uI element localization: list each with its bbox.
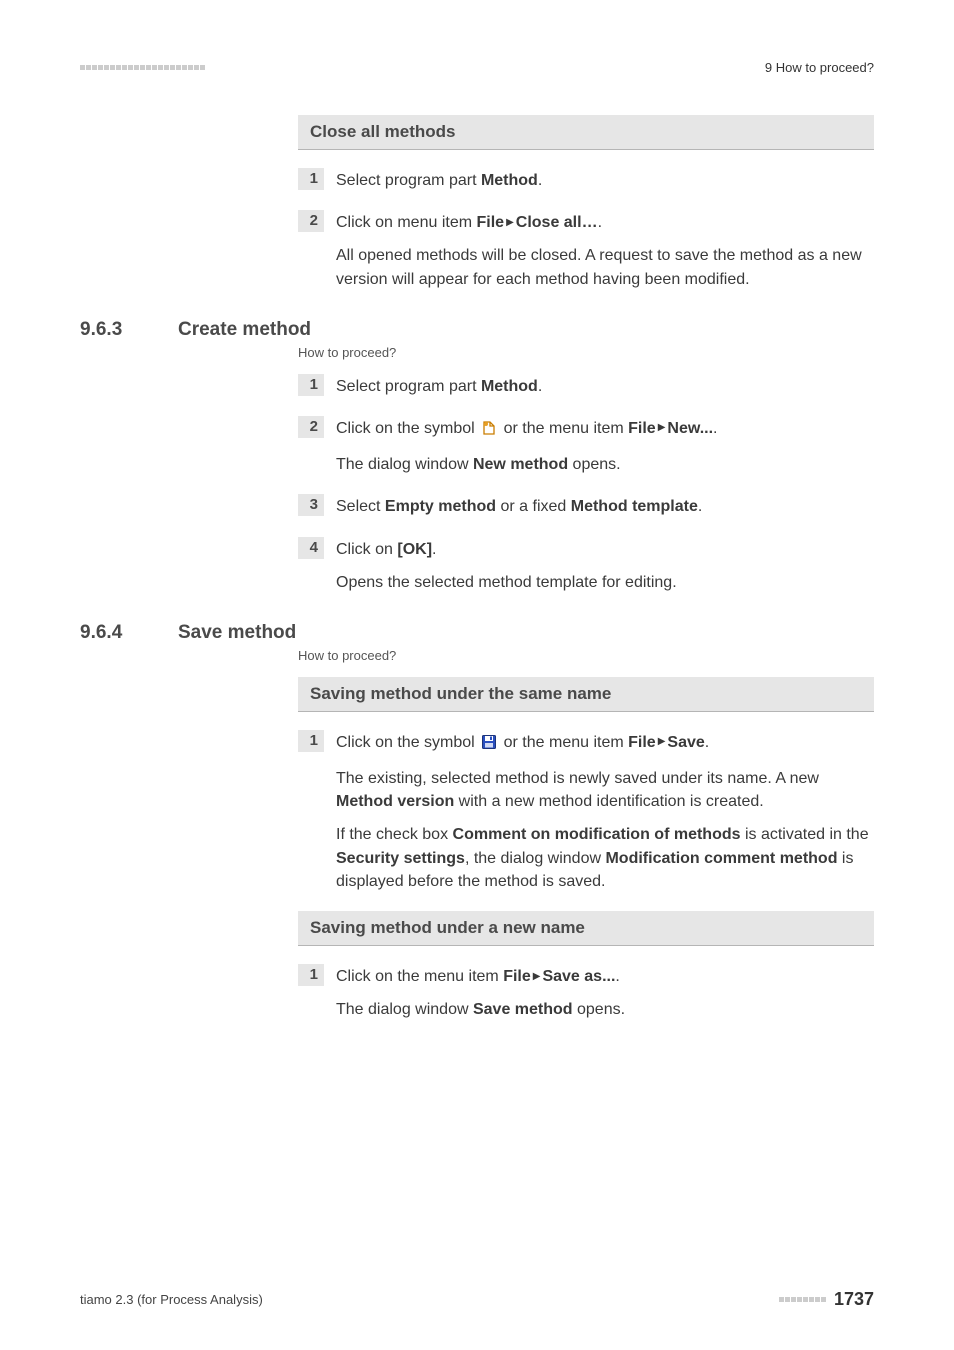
step-text: Click on the symbol or the menu item Fil… [336, 416, 717, 476]
section-9-6-3: 9.6.3 Create method [80, 319, 874, 341]
close-all-step-2: 2 Click on menu item File▶Close all…. Al… [298, 210, 874, 291]
page-number: 1737 [779, 1289, 874, 1310]
chapter-label: 9 How to proceed? [765, 60, 874, 75]
howto-label: How to proceed? [298, 345, 874, 360]
create-step-2: 2 Click on the symbol or the menu item F… [298, 416, 874, 476]
close-all-step-1: 1 Select program part Method. [298, 168, 874, 192]
step-number: 1 [298, 374, 324, 396]
step-text: Click on the menu item File▶Save as.... … [336, 964, 625, 1021]
save-new-step-1: 1 Click on the menu item File▶Save as...… [298, 964, 874, 1021]
save-disk-icon [481, 734, 497, 757]
step-text: Click on [OK]. Opens the selected method… [336, 537, 677, 594]
step-text: Select program part Method. [336, 374, 542, 398]
step-number: 4 [298, 537, 324, 559]
step-number: 2 [298, 210, 324, 232]
section-banner-save-same: Saving method under the same name [298, 677, 874, 712]
step-number: 3 [298, 494, 324, 516]
page-footer: tiamo 2.3 (for Process Analysis) 1737 [80, 1289, 874, 1310]
section-number: 9.6.3 [80, 319, 148, 341]
section-title: Create method [178, 319, 311, 341]
step-text: Select Empty method or a fixed Method te… [336, 494, 702, 518]
section-title: Save method [178, 622, 296, 644]
section-banner-save-new: Saving method under a new name [298, 911, 874, 946]
step-number: 1 [298, 964, 324, 986]
step-number: 2 [298, 416, 324, 438]
step-text: Click on the symbol or the menu item Fil… [336, 730, 874, 893]
create-step-3: 3 Select Empty method or a fixed Method … [298, 494, 874, 518]
section-number: 9.6.4 [80, 622, 148, 644]
howto-label: How to proceed? [298, 648, 874, 663]
footer-left: tiamo 2.3 (for Process Analysis) [80, 1292, 263, 1307]
save-same-step-1: 1 Click on the symbol or the menu item F… [298, 730, 874, 893]
step-text: Click on menu item File▶Close all…. All … [336, 210, 874, 291]
section-banner-close-all: Close all methods [298, 115, 874, 150]
footer-decor [779, 1297, 826, 1302]
step-text: Select program part Method. [336, 168, 542, 192]
header-decor [80, 65, 205, 70]
page-header: 9 How to proceed? [80, 60, 874, 75]
new-file-icon [481, 420, 497, 443]
create-step-4: 4 Click on [OK]. Opens the selected meth… [298, 537, 874, 594]
step-number: 1 [298, 168, 324, 190]
step-number: 1 [298, 730, 324, 752]
create-step-1: 1 Select program part Method. [298, 374, 874, 398]
section-9-6-4: 9.6.4 Save method [80, 622, 874, 644]
